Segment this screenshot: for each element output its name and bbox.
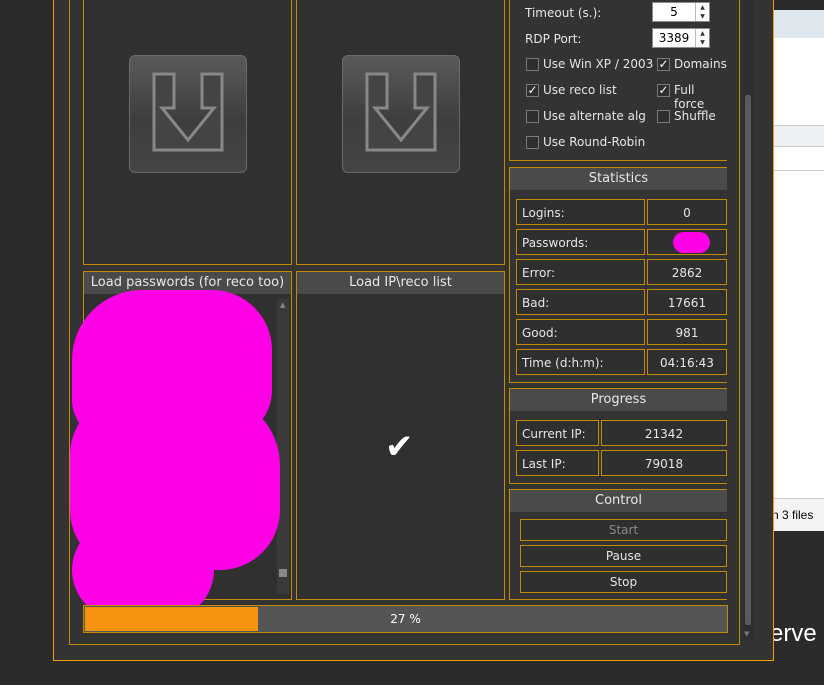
start-button[interactable]: Start bbox=[520, 519, 727, 541]
checkbox-win-xp[interactable] bbox=[526, 58, 539, 71]
checkbox-shuffle-label: Shuffle bbox=[674, 109, 716, 123]
background-window-header bbox=[772, 10, 824, 38]
checkbox-full-force-label: Full force bbox=[674, 83, 705, 111]
stat-label-passwords: Passwords: bbox=[516, 229, 645, 255]
timeout-value[interactable]: 5 bbox=[653, 3, 695, 21]
download-icon bbox=[342, 55, 460, 173]
current-ip-value: 21342 bbox=[601, 420, 727, 446]
ip-list-title: Load IP\reco list bbox=[297, 272, 504, 294]
stop-button[interactable]: Stop bbox=[520, 571, 727, 593]
checkbox-alternate-alg-label: Use alternate alg bbox=[543, 109, 646, 123]
stat-value-logins: 0 bbox=[647, 199, 727, 225]
progress-bar-text: 27 % bbox=[390, 612, 421, 626]
last-ip-label: Last IP: bbox=[516, 450, 599, 476]
checkmark-icon: ✔ bbox=[385, 427, 414, 467]
checkbox-reco-list-label: Use reco list bbox=[543, 83, 617, 97]
redaction-mark bbox=[673, 232, 710, 253]
progress-title: Progress bbox=[510, 389, 727, 411]
statistics-title: Statistics bbox=[510, 168, 727, 190]
scroll-up-arrow-icon[interactable]: ▲ bbox=[280, 301, 285, 309]
background-window-divider bbox=[772, 125, 824, 147]
window-scrollbar[interactable]: ▼ bbox=[743, 0, 753, 640]
checkbox-shuffle[interactable] bbox=[657, 110, 670, 123]
checkbox-domains-label: Domains bbox=[674, 57, 727, 71]
options-panel: Timeout (s.): 5 ▲ ▼ RDP Port: 3389 ▲ ▼ Use… bbox=[509, 0, 727, 161]
timeout-label: Timeout (s.): bbox=[525, 6, 602, 20]
checkbox-full-force[interactable]: ✓ bbox=[657, 84, 670, 97]
download-icon bbox=[129, 55, 247, 173]
control-title: Control bbox=[510, 490, 727, 512]
spin-arrows-icon[interactable]: ▲ ▼ bbox=[695, 29, 709, 47]
window-scroll-thumb[interactable] bbox=[745, 95, 751, 625]
stat-value-time: 04:16:43 bbox=[647, 349, 727, 375]
last-ip-value: 79018 bbox=[601, 450, 727, 476]
pause-button[interactable]: Pause bbox=[520, 545, 727, 567]
stat-label-bad: Bad: bbox=[516, 289, 645, 315]
spin-arrows-icon[interactable]: ▲ ▼ bbox=[695, 3, 709, 21]
checkbox-round-robin[interactable] bbox=[526, 136, 539, 149]
stat-label-logins: Logins: bbox=[516, 199, 645, 225]
checkbox-win-xp-label: Use Win XP / 2003 bbox=[543, 57, 654, 71]
stat-value-bad: 17661 bbox=[647, 289, 727, 315]
ip-list-panel: Load IP\reco list ✔ bbox=[296, 271, 505, 600]
stat-label-good: Good: bbox=[516, 319, 645, 345]
stat-label-error: Error: bbox=[516, 259, 645, 285]
stat-value-error: 2862 bbox=[647, 259, 727, 285]
password-drop-zone[interactable] bbox=[83, 0, 292, 265]
checkbox-reco-list[interactable]: ✓ bbox=[526, 84, 539, 97]
rdp-port-spinbox[interactable]: 3389 ▲ ▼ bbox=[652, 28, 710, 48]
progress-bar: 27 % bbox=[83, 605, 728, 633]
stat-label-time: Time (d:h:m): bbox=[516, 349, 645, 375]
current-ip-label: Current IP: bbox=[516, 420, 599, 446]
timeout-spinbox[interactable]: 5 ▲ ▼ bbox=[652, 2, 710, 22]
background-partial-text: erve bbox=[770, 620, 817, 647]
background-window-status-text: n 3 files bbox=[772, 508, 814, 522]
ip-drop-zone[interactable] bbox=[296, 0, 505, 265]
checkbox-round-robin-label: Use Round-Robin bbox=[543, 135, 646, 149]
checkbox-domains[interactable]: ✓ bbox=[657, 58, 670, 71]
rdp-port-label: RDP Port: bbox=[525, 32, 582, 46]
background-window-divider bbox=[772, 170, 824, 171]
stat-value-good: 981 bbox=[647, 319, 727, 345]
checkbox-alternate-alg[interactable] bbox=[526, 110, 539, 123]
background-window: n 3 files bbox=[772, 10, 824, 531]
rdp-port-value[interactable]: 3389 bbox=[653, 29, 695, 47]
scroll-thumb[interactable] bbox=[279, 569, 287, 577]
scroll-down-arrow-icon[interactable]: ▼ bbox=[744, 630, 749, 638]
password-list-scrollbar[interactable]: ▲ bbox=[277, 299, 289, 594]
